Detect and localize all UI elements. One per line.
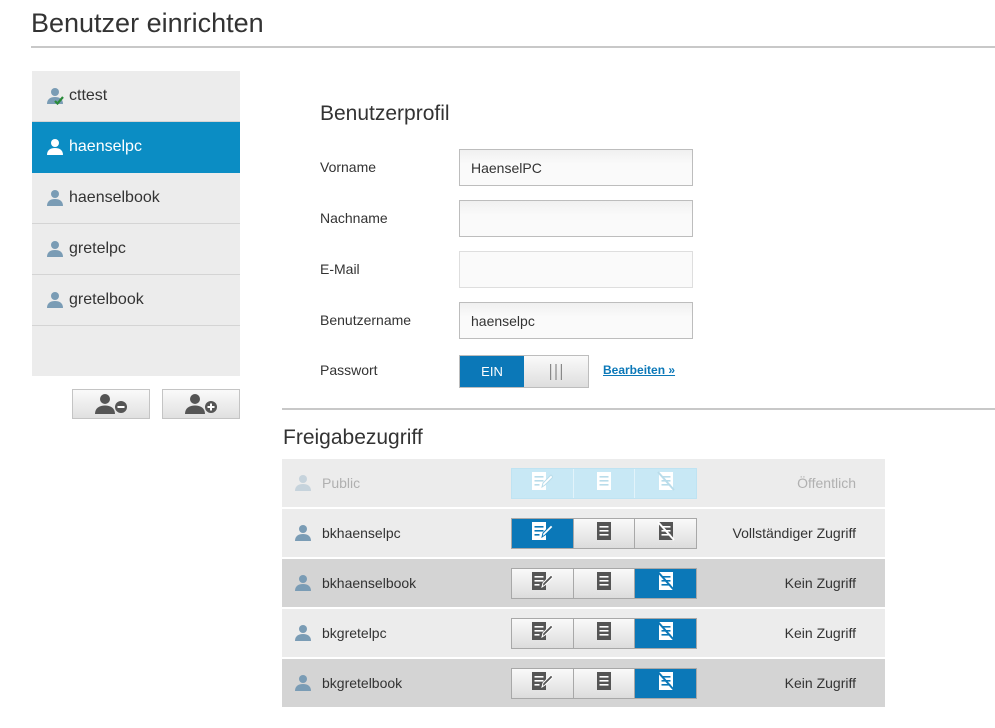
- grip-icon: [550, 363, 562, 380]
- share-name: Public: [322, 475, 361, 491]
- share-row: bkhaenselbook Kein Zugriff: [282, 559, 885, 607]
- vorname-label: Vorname: [320, 159, 377, 175]
- share-status: Kein Zugriff: [784, 675, 856, 691]
- email-field[interactable]: [459, 251, 693, 288]
- user-plus-icon: [185, 394, 217, 414]
- no-access-icon: [656, 471, 676, 496]
- access-selector[interactable]: [511, 668, 697, 699]
- toggle-handle[interactable]: [524, 356, 588, 387]
- full-access-icon: [531, 671, 555, 696]
- user-check-icon: [46, 87, 64, 105]
- share-name: bkgretelbook: [322, 675, 403, 691]
- user-icon: [46, 189, 64, 207]
- toggle-on-label: EIN: [460, 356, 524, 387]
- no-access-icon: [656, 671, 676, 696]
- benutzername-field[interactable]: [459, 302, 693, 339]
- no-access-icon: [656, 521, 676, 546]
- read-only-button[interactable]: [573, 669, 636, 698]
- profile-title: Benutzerprofil: [320, 102, 450, 125]
- page-title: Benutzer einrichten: [31, 8, 264, 38]
- full-access-button[interactable]: [512, 469, 574, 498]
- share-row: bkgretelbook Kein Zugriff: [282, 659, 885, 707]
- no-access-button[interactable]: [635, 669, 697, 698]
- user-icon: [46, 240, 64, 258]
- user-icon: [294, 524, 312, 542]
- user-icon: [46, 291, 64, 309]
- share-status: Kein Zugriff: [784, 575, 856, 591]
- user-item-gretelbook[interactable]: gretelbook: [32, 275, 240, 326]
- nachname-field[interactable]: [459, 200, 693, 237]
- user-list: cttest haenselpc haenselbook gretelpc gr…: [32, 71, 240, 376]
- add-user-button[interactable]: [162, 389, 240, 419]
- user-icon: [294, 574, 312, 592]
- read-only-button[interactable]: [573, 469, 636, 498]
- passwort-label: Passwort: [320, 362, 378, 378]
- section-divider: [282, 408, 995, 410]
- access-selector[interactable]: [511, 518, 697, 549]
- user-item-label: haenselpc: [69, 138, 142, 155]
- read-only-icon: [595, 671, 613, 696]
- access-selector[interactable]: [511, 618, 697, 649]
- no-access-button[interactable]: [635, 619, 697, 648]
- passwort-toggle[interactable]: EIN: [459, 355, 589, 388]
- full-access-icon: [531, 471, 555, 496]
- full-access-button[interactable]: [512, 569, 574, 598]
- edit-password-link[interactable]: Bearbeiten »: [603, 363, 675, 377]
- user-icon: [294, 674, 312, 692]
- user-item-gretelpc[interactable]: gretelpc: [32, 224, 240, 275]
- user-icon: [294, 474, 312, 492]
- read-only-icon: [595, 621, 613, 646]
- share-row: Public Öffentlich: [282, 459, 885, 507]
- user-item-label: cttest: [69, 87, 108, 104]
- email-label: E-Mail: [320, 261, 360, 277]
- share-row: bkhaenselpc Vollständiger Zugriff: [282, 509, 885, 557]
- full-access-icon: [531, 521, 555, 546]
- user-icon: [294, 624, 312, 642]
- user-item-haenselbook[interactable]: haenselbook: [32, 173, 240, 224]
- benutzername-label: Benutzername: [320, 312, 412, 328]
- share-name: bkhaenselpc: [322, 525, 401, 541]
- read-only-icon: [595, 521, 613, 546]
- read-only-button[interactable]: [573, 519, 636, 548]
- user-item-haenselpc[interactable]: haenselpc: [32, 122, 240, 173]
- share-status: Öffentlich: [797, 475, 856, 491]
- user-item-label: haenselbook: [69, 189, 160, 206]
- nachname-label: Nachname: [320, 210, 388, 226]
- user-item-label: gretelbook: [69, 291, 144, 308]
- user-item-label: gretelpc: [69, 240, 126, 257]
- vorname-field[interactable]: [459, 149, 693, 186]
- share-status: Kein Zugriff: [784, 625, 856, 641]
- read-only-icon: [595, 471, 613, 496]
- full-access-button[interactable]: [512, 519, 574, 548]
- remove-user-button[interactable]: [72, 389, 150, 419]
- user-item-cttest[interactable]: cttest: [32, 71, 240, 122]
- full-access-icon: [531, 571, 555, 596]
- user-minus-icon: [95, 394, 127, 414]
- no-access-button[interactable]: [635, 469, 697, 498]
- share-status: Vollständiger Zugriff: [732, 525, 856, 541]
- no-access-button[interactable]: [635, 569, 697, 598]
- read-only-icon: [595, 571, 613, 596]
- share-name: bkhaenselbook: [322, 575, 417, 591]
- no-access-icon: [656, 621, 676, 646]
- share-name: bkgretelpc: [322, 625, 387, 641]
- no-access-button[interactable]: [635, 519, 697, 548]
- full-access-button[interactable]: [512, 619, 574, 648]
- user-icon: [46, 138, 64, 156]
- share-row: bkgretelpc Kein Zugriff: [282, 609, 885, 657]
- full-access-icon: [531, 621, 555, 646]
- full-access-button[interactable]: [512, 669, 574, 698]
- shares-title: Freigabezugriff: [283, 426, 423, 449]
- access-selector[interactable]: [511, 568, 697, 599]
- read-only-button[interactable]: [573, 619, 636, 648]
- read-only-button[interactable]: [573, 569, 636, 598]
- access-selector[interactable]: [511, 468, 697, 499]
- no-access-icon: [656, 571, 676, 596]
- title-divider: [31, 46, 995, 48]
